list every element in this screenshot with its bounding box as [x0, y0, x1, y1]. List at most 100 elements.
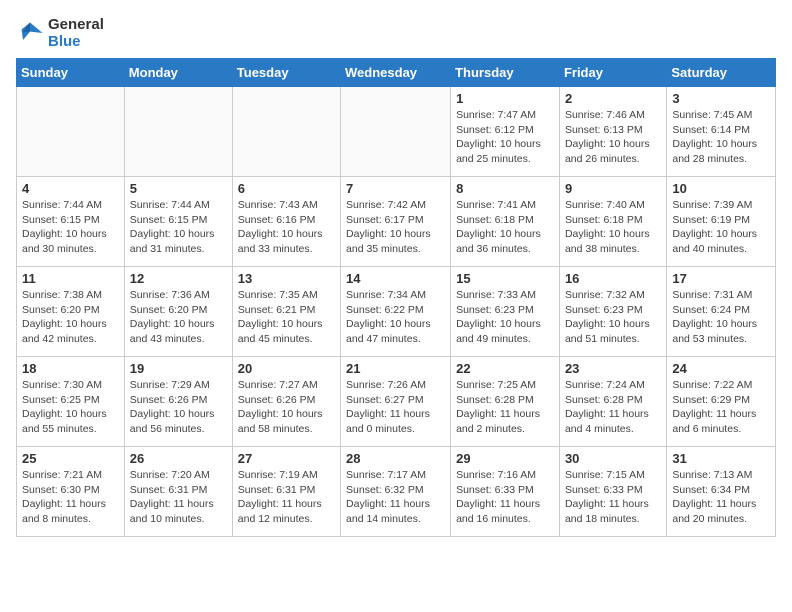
- day-info: Sunrise: 7:29 AM Sunset: 6:26 PM Dayligh…: [130, 378, 227, 437]
- day-number: 12: [130, 271, 227, 286]
- calendar-header-thursday: Thursday: [451, 59, 560, 87]
- day-info: Sunrise: 7:46 AM Sunset: 6:13 PM Dayligh…: [565, 108, 661, 167]
- day-number: 31: [672, 451, 770, 466]
- day-number: 18: [22, 361, 119, 376]
- day-number: 24: [672, 361, 770, 376]
- day-number: 25: [22, 451, 119, 466]
- day-info: Sunrise: 7:35 AM Sunset: 6:21 PM Dayligh…: [238, 288, 335, 347]
- day-number: 14: [346, 271, 445, 286]
- day-number: 23: [565, 361, 661, 376]
- logo-text: General Blue: [48, 16, 104, 50]
- logo-icon: [16, 19, 44, 47]
- calendar-cell: [17, 87, 125, 177]
- day-info: Sunrise: 7:45 AM Sunset: 6:14 PM Dayligh…: [672, 108, 770, 167]
- calendar-week-4: 18 Sunrise: 7:30 AM Sunset: 6:25 PM Dayli…: [17, 357, 776, 447]
- calendar-cell: 3 Sunrise: 7:45 AM Sunset: 6:14 PM Daylig…: [667, 87, 776, 177]
- day-info: Sunrise: 7:40 AM Sunset: 6:18 PM Dayligh…: [565, 198, 661, 257]
- calendar-cell: 25 Sunrise: 7:21 AM Sunset: 6:30 PM Dayli…: [17, 447, 125, 537]
- page-header: General Blue: [16, 16, 776, 50]
- logo: General Blue: [16, 16, 104, 50]
- day-info: Sunrise: 7:19 AM Sunset: 6:31 PM Dayligh…: [238, 468, 335, 527]
- day-info: Sunrise: 7:13 AM Sunset: 6:34 PM Dayligh…: [672, 468, 770, 527]
- day-number: 5: [130, 181, 227, 196]
- day-number: 27: [238, 451, 335, 466]
- calendar-cell: 23 Sunrise: 7:24 AM Sunset: 6:28 PM Dayli…: [559, 357, 666, 447]
- calendar-cell: 29 Sunrise: 7:16 AM Sunset: 6:33 PM Dayli…: [451, 447, 560, 537]
- day-number: 3: [672, 91, 770, 106]
- day-number: 19: [130, 361, 227, 376]
- day-info: Sunrise: 7:34 AM Sunset: 6:22 PM Dayligh…: [346, 288, 445, 347]
- day-info: Sunrise: 7:25 AM Sunset: 6:28 PM Dayligh…: [456, 378, 554, 437]
- day-info: Sunrise: 7:43 AM Sunset: 6:16 PM Dayligh…: [238, 198, 335, 257]
- day-number: 29: [456, 451, 554, 466]
- day-number: 6: [238, 181, 335, 196]
- day-info: Sunrise: 7:39 AM Sunset: 6:19 PM Dayligh…: [672, 198, 770, 257]
- calendar-cell: 24 Sunrise: 7:22 AM Sunset: 6:29 PM Dayli…: [667, 357, 776, 447]
- day-number: 30: [565, 451, 661, 466]
- calendar-cell: 18 Sunrise: 7:30 AM Sunset: 6:25 PM Dayli…: [17, 357, 125, 447]
- day-info: Sunrise: 7:16 AM Sunset: 6:33 PM Dayligh…: [456, 468, 554, 527]
- calendar-cell: 6 Sunrise: 7:43 AM Sunset: 6:16 PM Daylig…: [232, 177, 340, 267]
- day-number: 7: [346, 181, 445, 196]
- calendar-cell: 4 Sunrise: 7:44 AM Sunset: 6:15 PM Daylig…: [17, 177, 125, 267]
- day-info: Sunrise: 7:44 AM Sunset: 6:15 PM Dayligh…: [22, 198, 119, 257]
- calendar-cell: 8Sunrise: 7:41 AM Sunset: 6:18 PM Daylig…: [451, 177, 560, 267]
- day-number: 10: [672, 181, 770, 196]
- calendar-cell: 12 Sunrise: 7:36 AM Sunset: 6:20 PM Dayli…: [124, 267, 232, 357]
- day-number: 28: [346, 451, 445, 466]
- day-info: Sunrise: 7:30 AM Sunset: 6:25 PM Dayligh…: [22, 378, 119, 437]
- day-number: 22: [456, 361, 554, 376]
- day-number: 9: [565, 181, 661, 196]
- day-info: Sunrise: 7:38 AM Sunset: 6:20 PM Dayligh…: [22, 288, 119, 347]
- calendar-table: SundayMondayTuesdayWednesdayThursdayFrid…: [16, 58, 776, 537]
- calendar-cell: 7 Sunrise: 7:42 AM Sunset: 6:17 PM Daylig…: [341, 177, 451, 267]
- calendar-header-tuesday: Tuesday: [232, 59, 340, 87]
- calendar-cell: 1 Sunrise: 7:47 AM Sunset: 6:12 PM Daylig…: [451, 87, 560, 177]
- calendar-cell: 11 Sunrise: 7:38 AM Sunset: 6:20 PM Dayli…: [17, 267, 125, 357]
- calendar-cell: 17 Sunrise: 7:31 AM Sunset: 6:24 PM Dayli…: [667, 267, 776, 357]
- calendar-week-2: 4 Sunrise: 7:44 AM Sunset: 6:15 PM Daylig…: [17, 177, 776, 267]
- day-info: Sunrise: 7:17 AM Sunset: 6:32 PM Dayligh…: [346, 468, 445, 527]
- day-info: Sunrise: 7:24 AM Sunset: 6:28 PM Dayligh…: [565, 378, 661, 437]
- day-info: Sunrise: 7:15 AM Sunset: 6:33 PM Dayligh…: [565, 468, 661, 527]
- day-number: 17: [672, 271, 770, 286]
- day-number: 20: [238, 361, 335, 376]
- calendar-header-friday: Friday: [559, 59, 666, 87]
- day-number: 2: [565, 91, 661, 106]
- calendar-cell: 19 Sunrise: 7:29 AM Sunset: 6:26 PM Dayli…: [124, 357, 232, 447]
- day-info: Sunrise: 7:22 AM Sunset: 6:29 PM Dayligh…: [672, 378, 770, 437]
- calendar-cell: 27 Sunrise: 7:19 AM Sunset: 6:31 PM Dayli…: [232, 447, 340, 537]
- calendar-week-1: 1 Sunrise: 7:47 AM Sunset: 6:12 PM Daylig…: [17, 87, 776, 177]
- day-info: Sunrise: 7:32 AM Sunset: 6:23 PM Dayligh…: [565, 288, 661, 347]
- calendar-cell: [341, 87, 451, 177]
- calendar-header-row: SundayMondayTuesdayWednesdayThursdayFrid…: [17, 59, 776, 87]
- calendar-cell: 22 Sunrise: 7:25 AM Sunset: 6:28 PM Dayli…: [451, 357, 560, 447]
- calendar-cell: 21Sunrise: 7:26 AM Sunset: 6:27 PM Dayli…: [341, 357, 451, 447]
- day-number: 4: [22, 181, 119, 196]
- calendar-cell: 13Sunrise: 7:35 AM Sunset: 6:21 PM Dayli…: [232, 267, 340, 357]
- calendar-cell: 30 Sunrise: 7:15 AM Sunset: 6:33 PM Dayli…: [559, 447, 666, 537]
- calendar-week-3: 11 Sunrise: 7:38 AM Sunset: 6:20 PM Dayli…: [17, 267, 776, 357]
- calendar-cell: 16 Sunrise: 7:32 AM Sunset: 6:23 PM Dayli…: [559, 267, 666, 357]
- calendar-cell: 10 Sunrise: 7:39 AM Sunset: 6:19 PM Dayli…: [667, 177, 776, 267]
- day-info: Sunrise: 7:47 AM Sunset: 6:12 PM Dayligh…: [456, 108, 554, 167]
- day-number: 8: [456, 181, 554, 196]
- calendar-cell: 26 Sunrise: 7:20 AM Sunset: 6:31 PM Dayli…: [124, 447, 232, 537]
- calendar-cell: [124, 87, 232, 177]
- day-number: 21: [346, 361, 445, 376]
- calendar-cell: 20 Sunrise: 7:27 AM Sunset: 6:26 PM Dayli…: [232, 357, 340, 447]
- day-info: Sunrise: 7:31 AM Sunset: 6:24 PM Dayligh…: [672, 288, 770, 347]
- day-number: 11: [22, 271, 119, 286]
- day-info: Sunrise: 7:20 AM Sunset: 6:31 PM Dayligh…: [130, 468, 227, 527]
- day-info: Sunrise: 7:42 AM Sunset: 6:17 PM Dayligh…: [346, 198, 445, 257]
- calendar-cell: 2 Sunrise: 7:46 AM Sunset: 6:13 PM Daylig…: [559, 87, 666, 177]
- day-info: Sunrise: 7:36 AM Sunset: 6:20 PM Dayligh…: [130, 288, 227, 347]
- day-info: Sunrise: 7:21 AM Sunset: 6:30 PM Dayligh…: [22, 468, 119, 527]
- calendar-header-monday: Monday: [124, 59, 232, 87]
- day-number: 1: [456, 91, 554, 106]
- calendar-header-wednesday: Wednesday: [341, 59, 451, 87]
- day-info: Sunrise: 7:27 AM Sunset: 6:26 PM Dayligh…: [238, 378, 335, 437]
- calendar-cell: 9 Sunrise: 7:40 AM Sunset: 6:18 PM Daylig…: [559, 177, 666, 267]
- day-number: 26: [130, 451, 227, 466]
- day-number: 16: [565, 271, 661, 286]
